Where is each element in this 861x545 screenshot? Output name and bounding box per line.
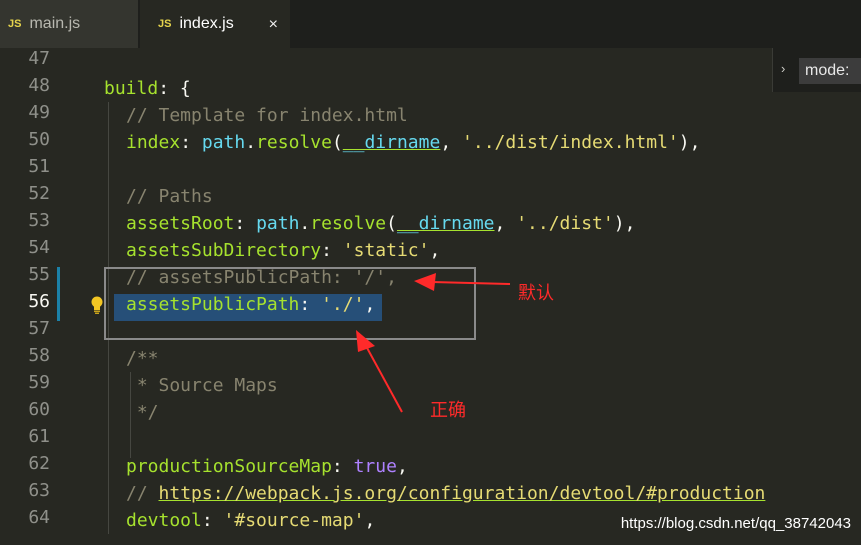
arrow-correct-line	[365, 345, 403, 413]
arrow-default-head	[414, 273, 436, 291]
arrow-correct-head	[356, 330, 375, 352]
arrow-default-line	[431, 281, 511, 285]
watermark: https://blog.csdn.net/qq_38742043	[620, 515, 851, 532]
annotation-arrows	[356, 273, 511, 413]
annotation-default: 默认	[518, 283, 554, 304]
annotation-correct: 正确	[430, 400, 466, 421]
